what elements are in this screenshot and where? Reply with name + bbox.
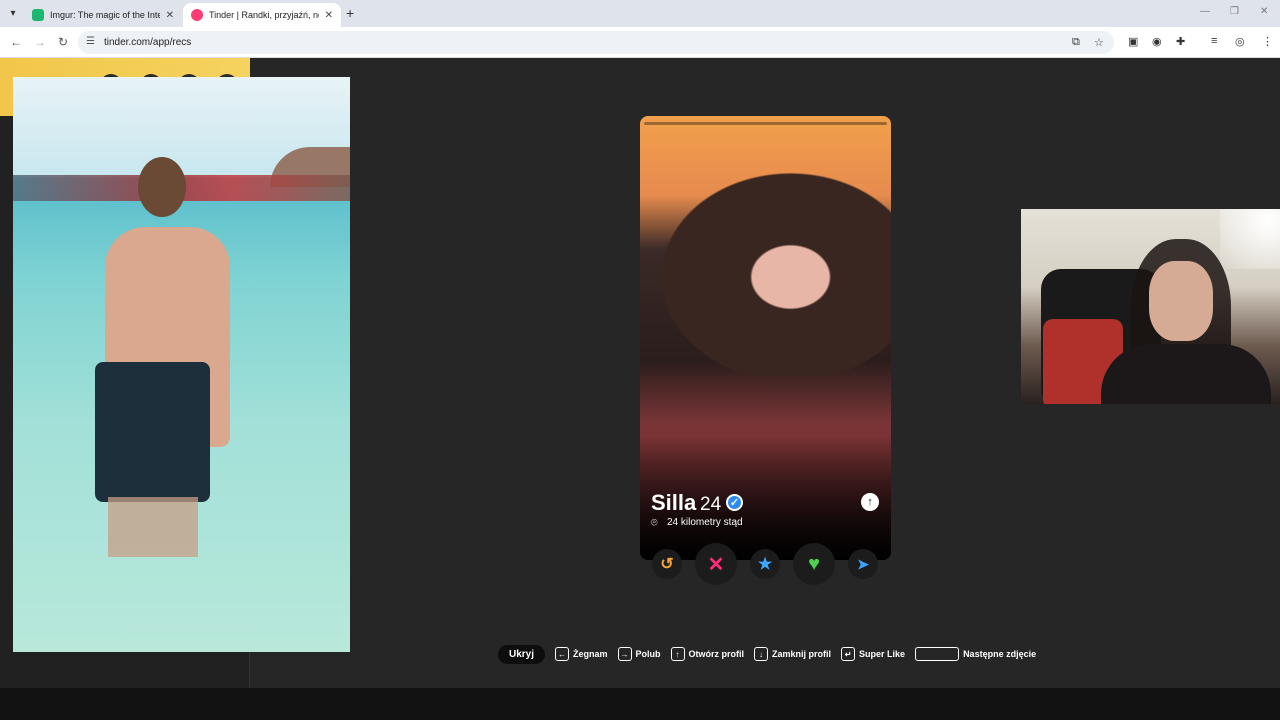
extension-icon[interactable]: ▣ (1128, 35, 1138, 48)
extension-icon[interactable]: ◉ (1152, 35, 1162, 48)
close-tab-icon[interactable]: ✕ (166, 10, 174, 21)
nope-button[interactable]: ✕ (695, 543, 737, 585)
webcam-overlay (1021, 209, 1280, 404)
new-tab-button[interactable]: + (346, 5, 354, 21)
minimize-icon[interactable]: — (1200, 6, 1210, 17)
up-arrow-key-icon: ↑ (670, 647, 685, 661)
tab-title: Tinder | Randki, przyjaźń, nowe (209, 10, 319, 20)
profile-photo (640, 156, 891, 376)
hint-super-like: ↵ Super Like (841, 647, 905, 661)
tab-imgur[interactable]: Imgur: The magic of the Interne ✕ (24, 3, 182, 27)
profile-distance: 24 kilometry stąd (667, 517, 743, 528)
overlay-beach-photo (13, 77, 350, 652)
extensions-puzzle-icon[interactable]: ✚ (1176, 35, 1185, 48)
keyboard-hints: Ukryj ← Żegnam → Polub ↑ Otwórz profil ↓… (498, 644, 1036, 664)
profile-age: 24 (700, 494, 722, 515)
tinder-favicon-icon (191, 9, 203, 21)
bottom-strip (0, 688, 1280, 720)
open-profile-button[interactable]: ↑ (861, 493, 879, 511)
tab-title: Imgur: The magic of the Interne (50, 10, 160, 20)
restore-icon[interactable]: ❐ (1230, 6, 1239, 17)
profile-card[interactable]: Silla 24 ✓ ↑ ⌾ 24 kilometry stąd (640, 116, 891, 560)
hint-open-profile: ↑ Otwórz profil (670, 647, 744, 661)
action-bar: ↺ ✕ ★ ♥ ➤ (640, 540, 891, 588)
media-control-icon[interactable]: ≡ (1211, 35, 1217, 47)
right-arrow-key-icon: → (617, 647, 632, 661)
hint-like: → Polub (617, 647, 661, 661)
verified-badge-icon: ✓ (726, 494, 743, 511)
site-info-icon[interactable]: ☰ (86, 36, 95, 47)
boost-button[interactable]: ➤ (848, 549, 878, 579)
left-arrow-key-icon: ← (555, 647, 570, 661)
bookmark-star-icon[interactable]: ☆ (1094, 36, 1104, 49)
enter-key-icon: ↵ (841, 647, 856, 661)
back-icon[interactable]: ← (10, 35, 22, 49)
rewind-button[interactable]: ↺ (652, 549, 682, 579)
space-key-icon (915, 647, 960, 661)
tab-tinder[interactable]: Tinder | Randki, przyjaźń, nowe ✕ (183, 3, 341, 27)
hint-nope: ← Żegnam (555, 647, 608, 661)
hide-hints-button[interactable]: Ukryj (498, 644, 546, 664)
browser-tab-bar: ▾ Imgur: The magic of the Interne ✕ Tind… (0, 0, 1280, 27)
like-button[interactable]: ♥ (793, 543, 835, 585)
menu-kebab-icon[interactable]: ⋮ (1262, 35, 1273, 48)
location-pin-icon: ⌾ (651, 517, 658, 529)
forward-icon[interactable]: → (34, 35, 46, 49)
hint-close-profile: ↓ Zamknij profil (754, 647, 831, 661)
down-arrow-key-icon: ↓ (754, 647, 769, 661)
hint-next-photo: Następne zdjęcie (915, 647, 1036, 661)
tab-search-icon[interactable]: ▾ (4, 4, 22, 22)
photo-progress-bar (644, 122, 887, 125)
close-window-icon[interactable]: ✕ (1260, 6, 1268, 17)
url-bar[interactable]: ☰ tinder.com/app/recs ⧉ ☆ (78, 31, 1114, 54)
install-app-icon[interactable]: ⧉ (1072, 36, 1080, 49)
address-toolbar: ← → ↻ ☰ tinder.com/app/recs ⧉ ☆ (0, 27, 1280, 58)
super-like-button[interactable]: ★ (750, 549, 780, 579)
profile-name: Silla (651, 490, 697, 515)
close-tab-icon[interactable]: ✕ (325, 10, 333, 21)
profile-avatar-icon[interactable]: ◎ (1235, 35, 1245, 48)
reload-icon[interactable]: ↻ (58, 35, 68, 49)
url-text: tinder.com/app/recs (104, 37, 192, 48)
imgur-favicon-icon (32, 9, 44, 21)
